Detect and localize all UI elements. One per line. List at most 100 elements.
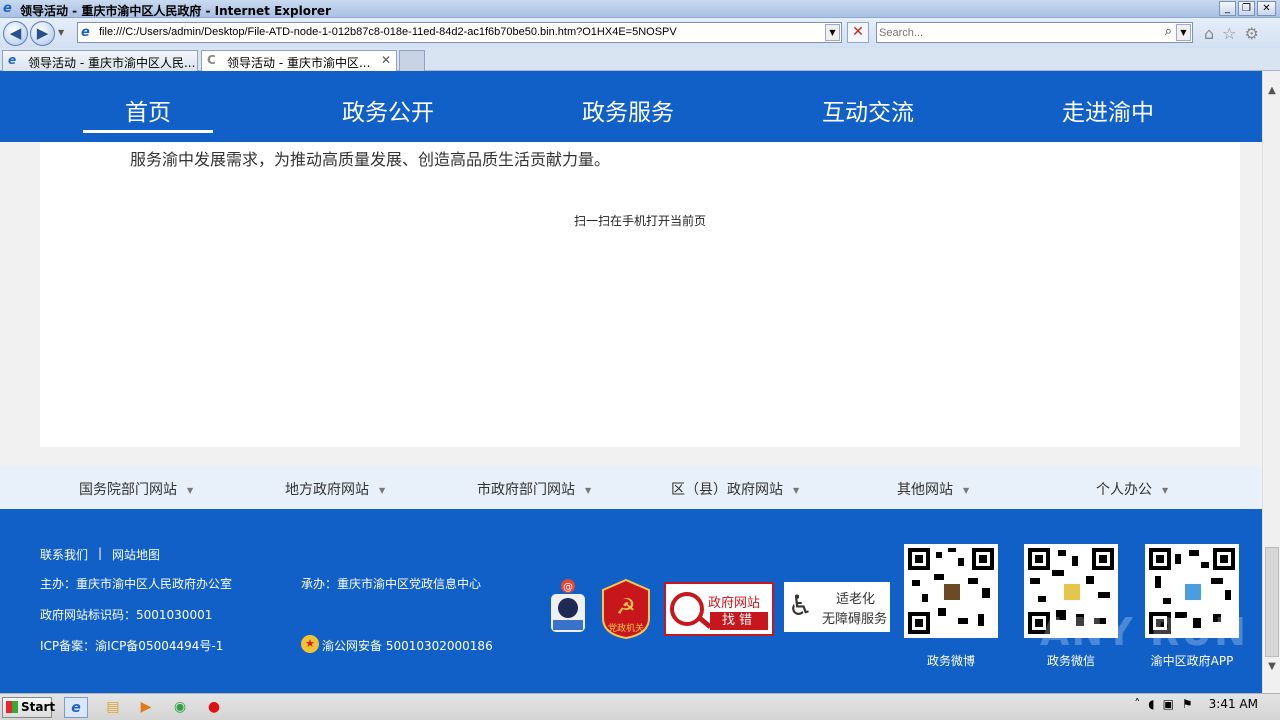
nav-home[interactable]: 首页 [83,93,213,127]
qr-code-icon [908,548,994,634]
link-label: 其他网站 [897,482,953,498]
access-line-2: 无障碍服务 [822,612,888,627]
link-label: 市政府部门网站 [477,482,575,498]
scroll-up-icon[interactable]: ▲ [1265,85,1279,101]
accessibility-badge[interactable]: ♿ 适老化 无障碍服务 [784,582,890,632]
stop-button[interactable]: ✕ [847,22,869,43]
minimize-button[interactable]: _ [1219,1,1236,16]
window-controls: _ ❐ ✕ [1219,1,1276,16]
nav-gov-affairs-open[interactable]: 政务公开 [323,93,453,127]
app-qr-label: 渝中区政府APP [1150,654,1234,668]
windows-taskbar: Start e ▤ ▶ ◉ ● ˄ ◖ ▣ ⚑ 3:41 AM [0,693,1280,720]
related-links-bar: 国务院部门网站 ▼ 地方政府网站 ▼ 市政府部门网站 ▼ 区（县）政府网站 ▼ 其他网站… [0,465,1262,509]
window-title: 领导活动 - 重庆市渝中区人民政府 - Internet Explorer [20,4,331,18]
wechat-qr-label: 政务微信 [1046,654,1095,668]
search-box[interactable]: ⌕ ▼ [876,22,1193,43]
back-button[interactable]: ◀ [3,21,28,46]
link-label: 地方政府网站 [285,482,369,498]
forward-button[interactable]: ▶ [30,21,55,46]
history-dropdown-icon[interactable]: ▼ [58,28,64,37]
tab-close-icon[interactable]: ✕ [381,53,391,67]
close-button[interactable]: ✕ [1257,1,1276,16]
volume-icon[interactable]: ◖ [1148,697,1154,711]
search-dropdown-icon[interactable]: ▼ [1176,24,1191,41]
new-tab-button[interactable] [399,50,425,71]
sitemap-link[interactable]: 网站地图 [112,546,160,563]
tab-2[interactable]: C 领导活动 - 重庆市渝中区... ✕ [201,50,397,71]
chevron-down-icon: ▼ [585,485,592,495]
site-id-text: 政府网站标识码：5001030001 [40,608,213,622]
nav-gov-services[interactable]: 政务服务 [563,93,693,127]
link-label: 个人办公 [1096,482,1152,498]
site-nav: 首页 政务公开 政务服务 互动交流 走进渝中 [0,71,1262,142]
chevron-down-icon: ▼ [187,485,194,495]
action-center-flag-icon[interactable]: ⚑ [1182,697,1193,711]
chevron-down-icon: ▼ [379,485,386,495]
tab-label: 领导活动 - 重庆市渝中区... [227,56,371,70]
page-scrollbar[interactable]: ▲ ▼ [1262,71,1280,693]
nav-active-indicator [83,130,213,133]
page-icon: e [81,25,90,40]
qr-caption: 扫一扫在手机打开当前页 [573,214,706,228]
police-emblem-icon: ★ [301,635,319,653]
links-other[interactable]: 其他网站 ▼ [897,479,969,499]
chevron-down-icon: ▼ [1162,485,1169,495]
search-input[interactable] [879,25,1149,40]
nav-about-yuzhong[interactable]: 走进渝中 [1043,93,1173,127]
page-viewport: 首页 政务公开 政务服务 互动交流 走进渝中 服务渝中发展需求，为推动高质量发展… [0,71,1262,693]
links-district-gov[interactable]: 区（县）政府网站 ▼ [671,479,799,499]
tab-1[interactable]: e 领导活动 - 重庆市渝中区人民... [2,50,198,71]
anyrun-watermark: ANY RUN [1040,610,1248,654]
address-bar[interactable]: e file:///C:/Users/admin/Desktop/File-AT… [77,22,842,43]
search-icon[interactable]: ⌕ [1165,24,1172,39]
access-line-1: 适老化 [836,592,876,607]
organizer-text: 承办：重庆市渝中区党政信息中心 [301,577,482,591]
footer-separator: | [98,546,103,560]
browser-toolbar: ◀ ▶ ▼ e file:///C:/Users/admin/Desktop/F… [0,18,1280,48]
taskbar-explorer-icon[interactable]: ▤ [101,697,125,718]
network-icon[interactable]: ▣ [1163,697,1174,711]
icp-link[interactable]: ICP备案：渝ICP备05004494号-1 [40,637,223,654]
restore-button[interactable]: ❐ [1238,1,1255,16]
window-title-bar: e 领导活动 - 重庆市渝中区人民政府 - Internet Explorer … [0,0,1280,18]
nav-interaction[interactable]: 互动交流 [803,93,933,127]
address-url[interactable]: file:///C:/Users/admin/Desktop/File-ATD-… [99,26,677,38]
link-label: 国务院部门网站 [79,482,177,498]
tools-gear-icon[interactable]: ⚙ [1245,24,1259,43]
report-error-badge[interactable]: 政府网站 找错 [664,582,774,636]
start-label: Start [21,700,56,714]
taskbar-media-icon[interactable]: ▶ [134,697,158,718]
taskbar-ie-icon[interactable]: e [64,697,88,718]
links-local-gov[interactable]: 地方政府网站 ▼ [285,479,385,499]
tab-ie-icon: e [8,53,17,67]
links-state-council[interactable]: 国务院部门网站 ▼ [79,479,193,499]
tab-label: 领导活动 - 重庆市渝中区人民... [28,56,196,70]
party-org-icon: ☭ 党政机关 [602,578,650,640]
cyber-police-badge[interactable]: @ [547,578,589,638]
weibo-qr-code [904,544,998,638]
article-content: 服务渝中发展需求，为推动高质量发展、创造高品质生活贡献力量。 扫一扫在手机打开当… [40,142,1240,447]
cyber-police-icon: @ [551,579,585,632]
links-city-depts[interactable]: 市政府部门网站 ▼ [477,479,591,499]
home-icon[interactable]: ⌂ [1204,24,1214,43]
police-record-link[interactable]: 渝公网安备 50010302000186 [322,637,493,654]
loading-icon: C [207,53,216,67]
contact-us-link[interactable]: 联系我们 [40,546,88,563]
scroll-thumb[interactable] [1265,547,1279,657]
taskbar-chrome-icon[interactable]: ◉ [168,697,192,718]
toolbar-icons: ⌂ ☆ ⚙ [1204,24,1259,43]
start-button[interactable]: Start [2,697,56,718]
taskbar-alert-icon[interactable]: ● [202,697,226,718]
party-org-badge[interactable]: ☭ 党政机关 [600,578,652,640]
favorites-star-icon[interactable]: ☆ [1222,24,1236,43]
links-personal-office[interactable]: 个人办公 ▼ [1096,479,1168,499]
error-badge-bottom: 找错 [710,612,768,630]
clock: 3:41 AM [1208,697,1258,711]
tab-strip: e 领导活动 - 重庆市渝中区人民... C 领导活动 - 重庆市渝中区... … [0,48,1280,71]
address-dropdown-icon[interactable]: ▼ [825,24,840,41]
scroll-down-icon[interactable]: ▼ [1265,661,1279,677]
chevron-down-icon: ▼ [793,485,800,495]
link-label: 区（县）政府网站 [671,482,783,498]
tray-expand-icon[interactable]: ˄ [1134,697,1140,711]
windows-logo-icon [6,701,18,713]
